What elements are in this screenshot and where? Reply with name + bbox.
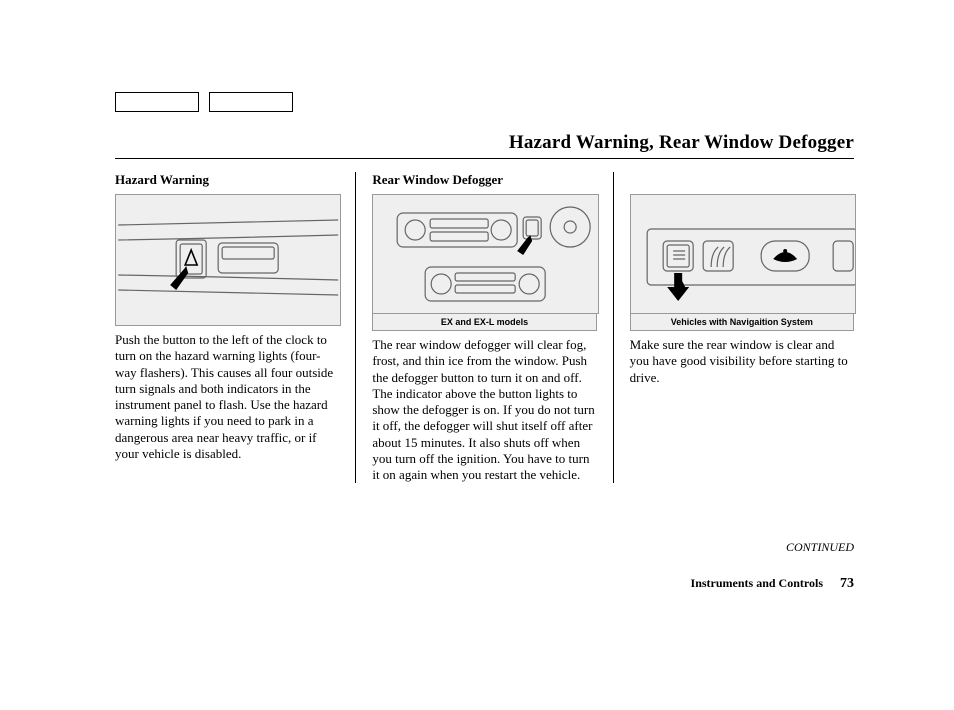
page-footer: Instruments and Controls 73 <box>691 576 854 592</box>
title-row: Hazard Warning, Rear Window Defogger <box>115 132 854 159</box>
rear-defogger-illustration <box>372 194 598 314</box>
rear-defogger-heading: Rear Window Defogger <box>372 172 596 188</box>
footer-section-name: Instruments and Controls <box>691 576 823 590</box>
nav-system-caption: Vehicles with Navigaition System <box>630 314 854 331</box>
content-columns: Hazard Warning Push the button to th <box>115 172 854 483</box>
registration-mark <box>115 92 199 112</box>
hazard-warning-heading: Hazard Warning <box>115 172 339 188</box>
nav-system-illustration <box>630 194 856 314</box>
rear-defogger-body: The rear window defogger will clear fog,… <box>372 337 596 483</box>
column-hazard-warning: Hazard Warning Push the button to th <box>115 172 355 483</box>
hazard-warning-figure <box>115 194 339 326</box>
nav-spacer <box>630 172 854 188</box>
nav-system-body: Make sure the rear window is clear and y… <box>630 337 854 386</box>
rear-defogger-figure: EX and EX-L models <box>372 194 596 331</box>
hazard-warning-body: Push the button to the left of the clock… <box>115 332 339 462</box>
nav-system-figure: Vehicles with Navigaition System <box>630 194 854 331</box>
column-nav-system: Vehicles with Navigaition System Make su… <box>614 172 854 483</box>
column-rear-defogger: Rear Window Defogger <box>355 172 613 483</box>
continued-label: CONTINUED <box>786 540 854 555</box>
manual-page: Hazard Warning, Rear Window Defogger Haz… <box>0 0 954 710</box>
hazard-warning-illustration <box>115 194 341 326</box>
registration-mark <box>209 92 293 112</box>
page-title: Hazard Warning, Rear Window Defogger <box>115 132 854 154</box>
rear-defogger-caption: EX and EX-L models <box>372 314 596 331</box>
top-registration-marks <box>115 92 293 112</box>
footer-page-number: 73 <box>840 576 854 591</box>
